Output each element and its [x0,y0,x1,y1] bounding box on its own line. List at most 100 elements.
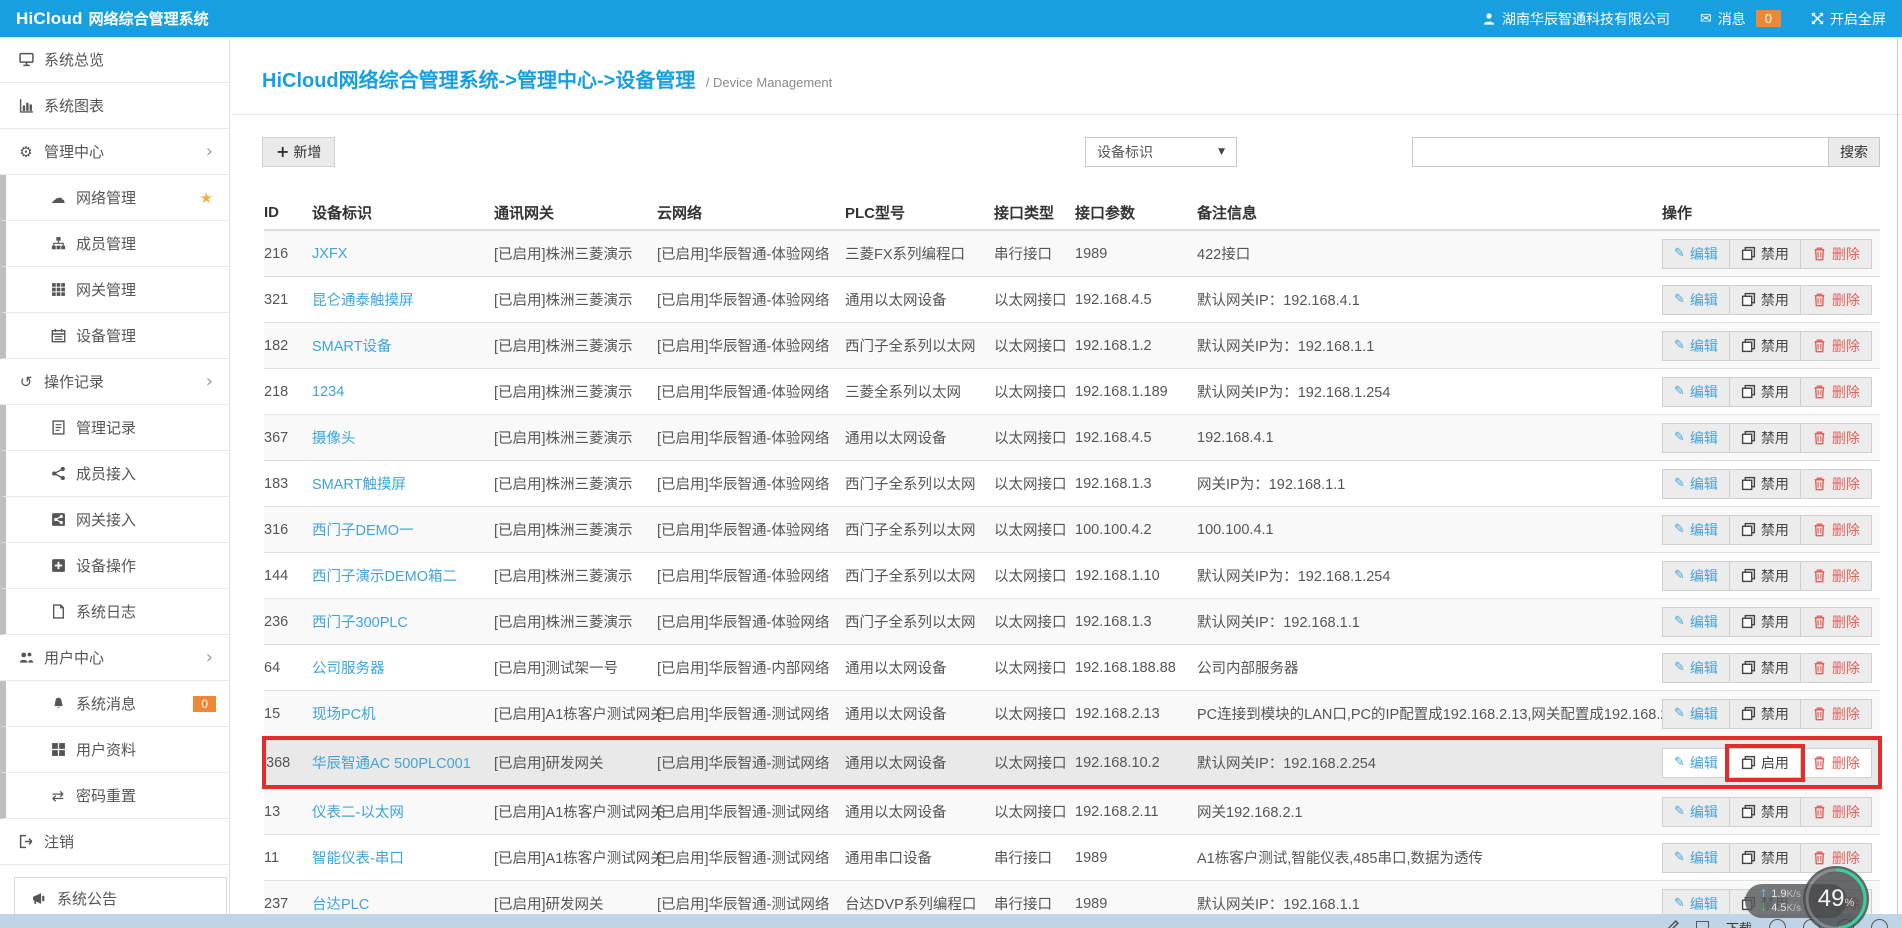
favorite-star-icon[interactable]: ★ [200,189,213,207]
disable-button[interactable]: 禁用 [1729,469,1801,499]
edit-button[interactable]: ✎编辑 [1662,843,1730,873]
device-link[interactable]: 昆仑通泰触摸屏 [312,293,414,309]
device-link[interactable]: 华辰智通AC 500PLC001 [312,756,471,772]
sidebar-item-password-reset[interactable]: ⇄密码重置 [0,773,229,819]
edit-button[interactable]: ✎编辑 [1662,561,1730,591]
download-tool-label[interactable]: 下载 [1726,918,1752,928]
disable-button[interactable]: 禁用 [1729,797,1801,827]
sidebar-item-system-announcement[interactable]: 系统公告 [14,877,227,919]
disable-button[interactable]: 禁用 [1729,285,1801,315]
delete-button[interactable]: 删除 [1800,469,1872,499]
search-input[interactable] [1412,137,1828,167]
disable-button-label: 禁用 [1761,382,1789,402]
messages-button[interactable]: ✉ 消息 0 [1700,9,1781,29]
cell-param: 192.168.4.5 [1075,277,1197,323]
device-link[interactable]: SMART设备 [312,339,392,355]
disable-button[interactable]: 禁用 [1729,377,1801,407]
delete-button[interactable]: 删除 [1800,239,1872,269]
sidebar-item-system-log[interactable]: 系统日志 [0,589,229,635]
sidebar-item-system-messages[interactable]: 系统消息0 [0,681,229,727]
sidebar-item-gateway-mgmt[interactable]: 网关管理 [0,267,229,313]
delete-button[interactable]: 删除 [1800,423,1872,453]
tool-circle-icon-4[interactable] [1871,919,1888,928]
delete-button[interactable]: 删除 [1800,285,1872,315]
disable-button[interactable]: 禁用 [1729,515,1801,545]
delete-button[interactable]: 删除 [1800,331,1872,361]
add-device-button[interactable]: + 新增 [262,137,335,167]
sidebar-item-system-charts[interactable]: 系统图表 [0,83,229,129]
disable-button[interactable]: 禁用 [1729,561,1801,591]
disable-button[interactable]: 禁用 [1729,423,1801,453]
sidebar-item-device-operation[interactable]: 设备操作 [0,543,229,589]
sidebar-item-admin-center[interactable]: ⚙管理中心› [0,129,229,175]
sidebar-item-gateway-access[interactable]: 网关接入 [0,497,229,543]
device-link[interactable]: JXFX [312,246,347,262]
delete-button-label: 删除 [1832,290,1860,310]
delete-button[interactable]: 删除 [1800,699,1872,729]
sidebar-item-admin-log[interactable]: 管理记录 [0,405,229,451]
delete-button[interactable]: 删除 [1800,607,1872,637]
usage-percent-widget[interactable]: 49 % [1801,864,1871,928]
device-link[interactable]: 摄像头 [312,431,356,447]
notes-icon[interactable] [1696,921,1709,928]
sidebar-item-operation-logs[interactable]: ↺操作记录› [0,359,229,405]
edit-button[interactable]: ✎编辑 [1662,748,1730,778]
device-link[interactable]: 西门子演示DEMO箱二 [312,569,457,585]
disable-button[interactable]: 禁用 [1729,699,1801,729]
disable-button[interactable]: 禁用 [1729,653,1801,683]
delete-button-label: 删除 [1832,520,1860,540]
disable-button[interactable]: 禁用 [1729,843,1801,873]
device-link[interactable]: SMART触摸屏 [312,477,406,493]
delete-button[interactable]: 删除 [1800,748,1872,778]
delete-button[interactable]: 删除 [1800,653,1872,683]
edit-icon: ✎ [1674,706,1685,721]
device-link[interactable]: 西门子300PLC [312,615,408,631]
edit-button[interactable]: ✎编辑 [1662,285,1730,315]
sidebar-item-user-center[interactable]: 用户中心› [0,635,229,681]
device-link[interactable]: 仪表二-以太网 [312,805,404,821]
company-account[interactable]: 湖南华辰智通科技有限公司 [1482,9,1670,29]
scrollbar-track[interactable] [1897,37,1898,928]
search-button[interactable]: 搜索 [1828,137,1880,167]
device-link[interactable]: 现场PC机 [312,707,376,723]
edit-button[interactable]: ✎编辑 [1662,469,1730,499]
edit-button[interactable]: ✎编辑 [1662,515,1730,545]
sidebar-item-label: 注销 [44,831,74,852]
sidebar-item-system-overview[interactable]: 系统总览 [0,37,229,83]
enable-button[interactable]: 启用 [1729,748,1801,778]
device-link[interactable]: 1234 [312,384,344,400]
delete-button[interactable]: 删除 [1800,797,1872,827]
edit-button[interactable]: ✎编辑 [1662,423,1730,453]
sidebar-item-member-mgmt[interactable]: 成员管理 [0,221,229,267]
sidebar-item-user-profile[interactable]: 用户资料 [0,727,229,773]
delete-button[interactable]: 删除 [1800,377,1872,407]
edit-button[interactable]: ✎编辑 [1662,377,1730,407]
trash-icon [1812,755,1827,770]
device-link[interactable]: 公司服务器 [312,661,385,677]
delete-button[interactable]: 删除 [1800,515,1872,545]
device-link[interactable]: 西门子DEMO一 [312,523,414,539]
sidebar-item-network-mgmt[interactable]: ☁网络管理★ [0,175,229,221]
edit-button[interactable]: ✎编辑 [1662,331,1730,361]
pen-icon[interactable] [1664,920,1679,928]
edit-button[interactable]: ✎编辑 [1662,797,1730,827]
disable-button-label: 禁用 [1761,848,1789,868]
sidebar-item-member-access[interactable]: 成员接入 [0,451,229,497]
disable-button[interactable]: 禁用 [1729,239,1801,269]
sidebar-item-logout[interactable]: 注销 [0,819,229,865]
cell-cloud: [已启用]华辰智通-体验网络 [657,461,845,507]
fullscreen-button[interactable]: 开启全屏 [1811,9,1886,29]
device-link[interactable]: 台达PLC [312,897,369,913]
edit-button[interactable]: ✎编辑 [1662,239,1730,269]
edit-button[interactable]: ✎编辑 [1662,653,1730,683]
disable-button[interactable]: 禁用 [1729,331,1801,361]
cell-operations: ✎编辑禁用删除 [1662,230,1880,277]
delete-button[interactable]: 删除 [1800,561,1872,591]
device-link[interactable]: 智能仪表-串口 [312,851,404,867]
device-filter-select[interactable]: 设备标识 ▼ [1085,137,1237,167]
sidebar-item-device-mgmt[interactable]: 设备管理 [0,313,229,359]
disable-button[interactable]: 禁用 [1729,607,1801,637]
edit-button[interactable]: ✎编辑 [1662,607,1730,637]
tool-circle-icon-1[interactable] [1769,919,1786,928]
edit-button[interactable]: ✎编辑 [1662,699,1730,729]
